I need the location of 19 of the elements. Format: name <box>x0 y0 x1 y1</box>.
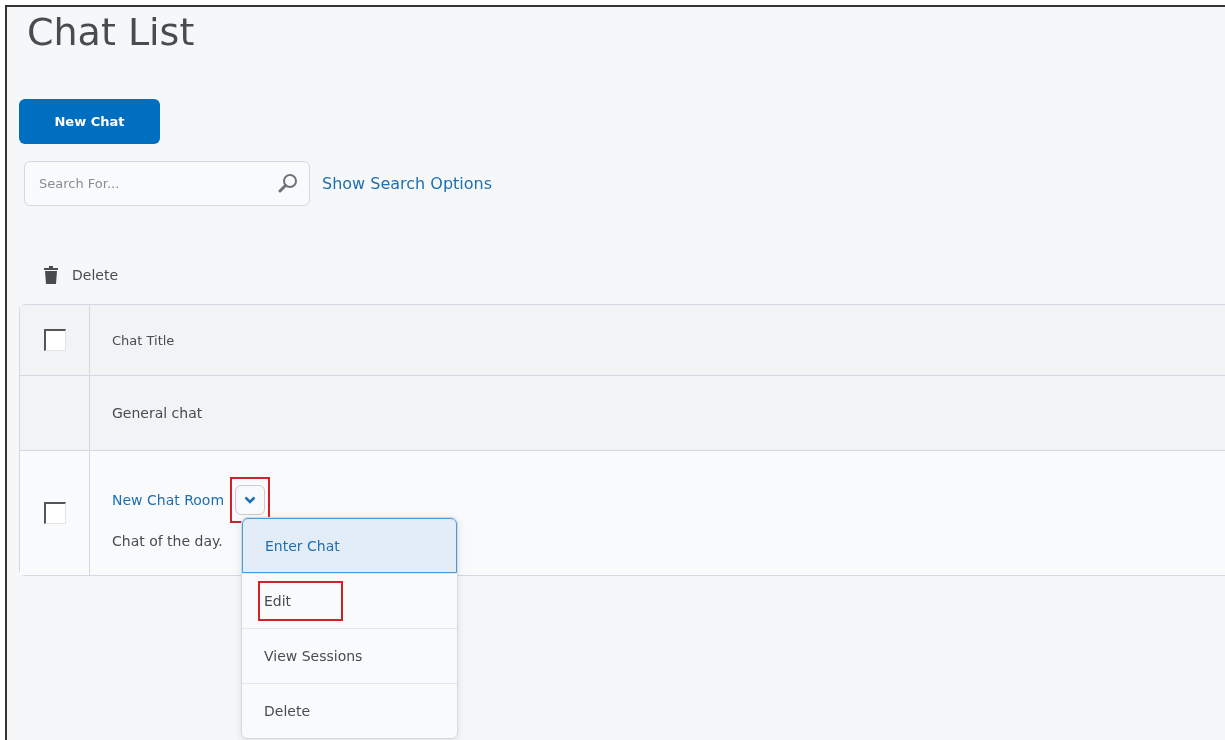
chat-title-link[interactable]: New Chat Room <box>112 492 225 508</box>
menu-item[interactable]: Edit <box>242 573 457 628</box>
delete-action[interactable]: Delete <box>72 267 118 283</box>
new-chat-button[interactable]: New Chat <box>19 99 160 144</box>
page-title: Chat List <box>27 9 196 55</box>
menu-item[interactable]: Delete <box>242 683 457 738</box>
row-checkbox[interactable] <box>43 502 66 524</box>
menu-item[interactable]: Enter Chat <box>242 518 457 573</box>
chevron-down-icon <box>244 496 257 504</box>
search-icon[interactable] <box>278 173 298 193</box>
menu-item[interactable]: View Sessions <box>242 628 457 683</box>
chat-description: Chat of the day. <box>112 533 223 549</box>
group-title: General chat <box>112 405 203 421</box>
select-all-checkbox[interactable] <box>43 329 66 351</box>
actions-menu-button[interactable] <box>235 485 266 515</box>
column-header: Chat Title <box>112 332 176 348</box>
show-search-options-link[interactable]: Show Search Options <box>322 174 493 193</box>
search-field[interactable]: Search For... <box>24 161 310 206</box>
trash-icon[interactable] <box>44 266 58 284</box>
